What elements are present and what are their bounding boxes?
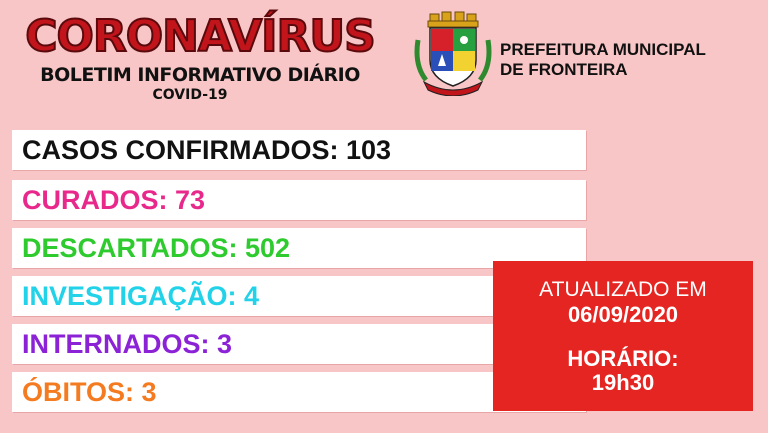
stat-curados: CURADOS: 73 [22, 185, 206, 215]
update-time-label: HORÁRIO: [567, 346, 679, 371]
header: CORONAVÍRUS BOLETIM INFORMATIVO DIÁRIO C… [0, 11, 400, 104]
stat-row-curados: CURADOS: 73 [12, 180, 586, 220]
stat-investigacao: INVESTIGAÇÃO: 4 [22, 281, 260, 311]
update-date: 06/09/2020 [567, 302, 679, 327]
stat-obitos: ÓBITOS: 3 [22, 377, 157, 407]
bulletin-subtitle: BOLETIM INFORMATIVO DIÁRIO [40, 64, 360, 86]
prefeitura-name: PREFEITURA MUNICIPAL DE FRONTEIRA [500, 40, 706, 80]
prefeitura-line1: PREFEITURA MUNICIPAL [500, 40, 706, 59]
stat-row-confirmados: CASOS CONFIRMADOS: 103 [12, 130, 586, 170]
covid-tag: COVID-19 [152, 87, 228, 103]
update-label: ATUALIZADO EM [539, 278, 707, 301]
update-box: ATUALIZADO EM 06/09/2020 HORÁRIO: 19h30 [493, 261, 753, 411]
update-time: 19h30 [591, 370, 655, 395]
stat-internados: INTERNADOS: 3 [22, 329, 233, 359]
city-crest-icon [414, 11, 492, 96]
prefeitura-line2: DE FRONTEIRA [500, 60, 628, 79]
page-title: CORONAVÍRUS [24, 11, 377, 63]
stat-confirmados: CASOS CONFIRMADOS: 103 [22, 135, 392, 165]
stat-descartados: DESCARTADOS: 502 [22, 233, 291, 263]
